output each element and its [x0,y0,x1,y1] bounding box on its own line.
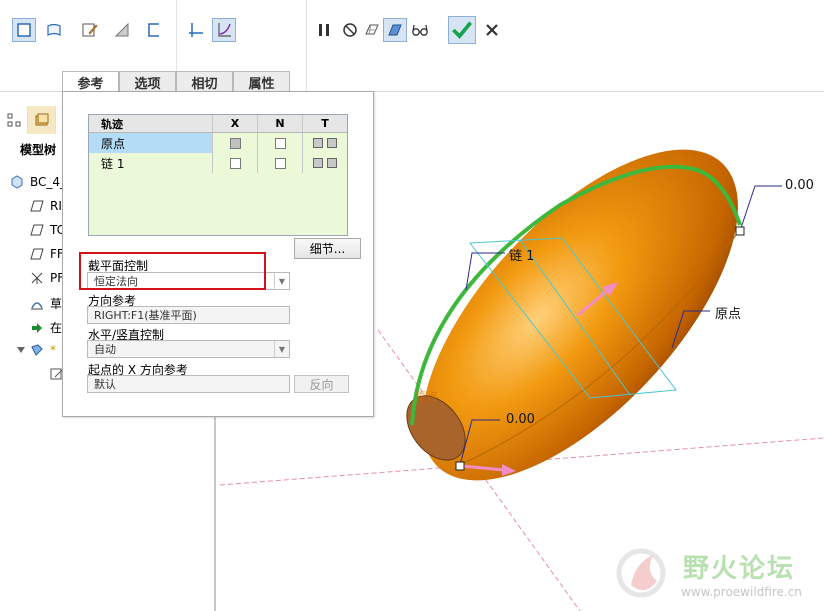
table-row[interactable]: 原点 [89,133,347,153]
n-checkbox[interactable] [274,157,286,169]
tab-references[interactable]: 参考 [62,71,119,93]
end-value-label[interactable]: 0.00 [785,178,814,193]
watermark-logo-icon [616,548,666,598]
remove-material-icon[interactable] [110,18,134,42]
pause-icon[interactable] [312,18,336,42]
tab-options[interactable]: 选项 [119,71,176,92]
tree-item-label: * [50,343,56,357]
thicken-icon[interactable] [142,18,166,42]
cancel-icon[interactable] [480,18,504,42]
start-point-handle[interactable] [455,461,465,471]
tree-item-part[interactable]: BC_4_ [10,175,66,189]
table-row[interactable]: 链 1 [89,153,347,173]
expand-icon[interactable] [14,343,28,357]
x-checkbox[interactable] [229,137,241,149]
watermark: 野火论坛 www.proewildfire.cn [613,545,818,605]
sketch-icon[interactable] [78,18,102,42]
origin-label: 原点 [715,307,742,322]
direction-reference-field[interactable]: RIGHT:F1(基准平面) [87,306,290,324]
trajectory-table[interactable]: 轨迹 X N T 原点 链 1 [88,114,348,236]
watermark-url: www.proewildfire.cn [681,585,802,599]
col-x: X [213,115,258,132]
tree-tab-folder[interactable] [28,106,56,134]
verify-icon[interactable] [383,18,407,42]
chevron-down-icon: ▼ [274,341,289,357]
row-name: 原点 [89,133,213,153]
surface-sweep-icon[interactable] [42,18,66,42]
col-t: T [321,117,329,130]
datum-plane-icon [30,247,44,261]
tree-item-label: 在 [50,321,63,335]
col-n: N [258,115,303,132]
row-name: 链 1 [89,153,213,173]
flip-button[interactable]: 反向 [294,375,349,393]
tree-item-insert-here[interactable]: 在 [30,319,62,336]
confirm-icon[interactable] [448,16,476,44]
select-value: 自动 [94,343,116,356]
constant-section-icon[interactable] [184,18,208,42]
tree-title: 模型树 [20,143,57,157]
sketch-icon [30,297,44,311]
x-checkbox[interactable] [229,157,241,169]
csys-icon [30,271,44,285]
end-point-handle[interactable] [735,226,745,236]
t-box[interactable] [313,158,323,168]
t-box[interactable] [327,138,337,148]
variable-section-icon[interactable] [212,18,236,42]
glasses-icon[interactable] [408,18,432,42]
tab-properties[interactable]: 属性 [233,71,290,92]
chain-label: 链 1 [509,249,535,264]
start-origin-label: 原点 [414,390,439,404]
tree-item-label: RI [50,199,62,213]
references-panel: 轨迹 X N T 原点 链 1 细节... 截平面控制 恒定法向 ▼ 方向参考 … [62,91,374,417]
dashboard-tabs: 参考 选项 相切 属性 [62,71,290,93]
tree-item-right[interactable]: RI [30,199,62,213]
highlight-box [79,252,266,290]
datum-plane-icon [30,223,44,237]
sweep-feature-icon [30,343,44,357]
tree-item-sweep[interactable]: * [14,343,56,357]
tree-item-label: BC_4_ [30,175,67,189]
field-value: 默认 [94,378,116,391]
part-icon [10,175,24,189]
t-box[interactable] [327,158,337,168]
start-value-label[interactable]: 0.00 [506,412,535,427]
tree-item-label: 草 [50,297,63,311]
no-preview-icon[interactable] [338,18,362,42]
t-box[interactable] [313,138,323,148]
tree-item-top[interactable]: TC [30,223,65,237]
hv-control-select[interactable]: 自动 ▼ [87,340,290,358]
details-button[interactable]: 细节... [294,238,361,259]
check-model-icon[interactable] [360,18,384,42]
watermark-text: 野火论坛 [683,554,796,584]
datum-plane-icon [30,199,44,213]
col-trajectory: 轨迹 [89,115,213,132]
insert-here-icon [30,321,44,335]
n-checkbox[interactable] [274,137,286,149]
tree-item-front[interactable]: FF [30,247,64,261]
chevron-down-icon: ▼ [274,273,289,289]
tree-item-sketch[interactable]: 草 [30,295,62,312]
x-direction-ref-field[interactable]: 默认 [87,375,290,393]
tab-tangency[interactable]: 相切 [176,71,233,92]
tree-tab-model[interactable] [0,106,28,134]
tree-item-csys[interactable]: PF [30,271,64,285]
trajectory-table-header: 轨迹 X N T [89,115,347,133]
solid-sweep-icon[interactable] [12,18,36,42]
field-value: RIGHT:F1(基准平面) [94,309,197,322]
